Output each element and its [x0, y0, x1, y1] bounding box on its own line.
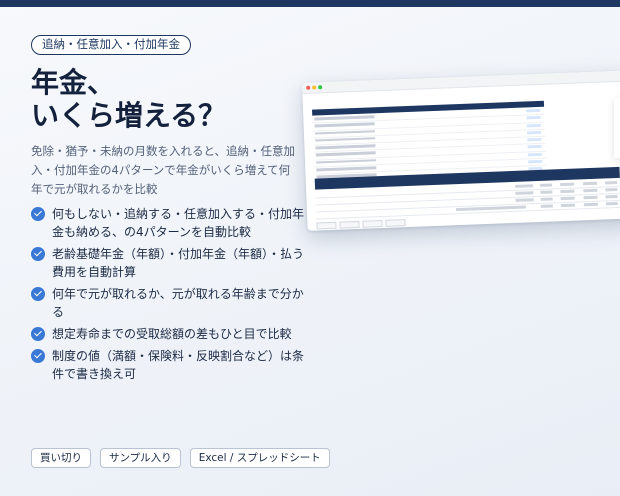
check-circle-icon [31, 207, 45, 221]
preview-titlebar [302, 70, 620, 94]
category-tag: 追納・任意加入・付加年金 [31, 35, 191, 55]
feature-text: 何もしない・追納する・任意加入する・付加年金も納める、の4パターンを自動比較 [52, 207, 305, 239]
feature-list: 何もしない・追納する・任意加入する・付加年金も納める、の4パターンを自動比較 老… [31, 205, 306, 387]
description: 免除・猶予・未納の月数を入れると、追納・任意加入・付加年金の4パターンで年金がい… [31, 144, 296, 196]
feature-text: 老齢基礎年金（年額）・付加年金（年額）・払う費用を自動計算 [52, 247, 305, 279]
preview-sheet-tab [362, 220, 383, 228]
feature-text: 想定寿命までの受取総額の差もひと目で比較 [52, 327, 292, 341]
badge-sample-included: サンプル入り [100, 448, 181, 468]
preview-sheet-tab [316, 221, 337, 230]
window-close-dot [306, 85, 311, 90]
check-circle-icon [31, 327, 45, 341]
badge-one-time-purchase: 買い切り [31, 448, 91, 468]
window-minimize-dot [312, 85, 317, 90]
feature-item: 制度の値（満額・保険料・反映割合など）は条件で書き換え可 [31, 347, 306, 383]
badge-excel-spreadsheet: Excel / スプレッドシート [189, 448, 330, 468]
feature-item: 何年で元が取れるか、元が取れる年齢まで分かる [31, 285, 306, 321]
preview-sheet-tab [339, 220, 360, 229]
headline: 年金、 いくら増える？ [31, 66, 226, 132]
check-circle-icon [31, 287, 45, 301]
feature-text: 制度の値（満額・保険料・反映割合など）は条件で書き換え可 [52, 349, 305, 381]
feature-item: 想定寿命までの受取総額の差もひと目で比較 [31, 325, 306, 343]
preview-sheet-tabs [316, 219, 406, 230]
spreadsheet-preview [302, 70, 620, 231]
feature-item: 何もしない・追納する・任意加入する・付加年金も納める、の4パターンを自動比較 [31, 205, 306, 241]
top-accent-bar [0, 0, 620, 7]
feature-item: 老齢基礎年金（年額）・付加年金（年額）・払う費用を自動計算 [31, 245, 306, 281]
headline-line-2: いくら増える？ [31, 99, 227, 132]
preview-second-sheet-edge [614, 98, 620, 158]
badge-row: 買い切り サンプル入り Excel / スプレッドシート [31, 448, 330, 468]
check-circle-icon [31, 247, 45, 261]
preview-sheet-tab [385, 219, 406, 227]
check-circle-icon [31, 349, 45, 363]
feature-text: 何年で元が取れるか、元が取れる年齢まで分かる [52, 287, 304, 319]
headline-line-1: 年金、 [31, 66, 116, 99]
window-zoom-dot [318, 85, 323, 90]
